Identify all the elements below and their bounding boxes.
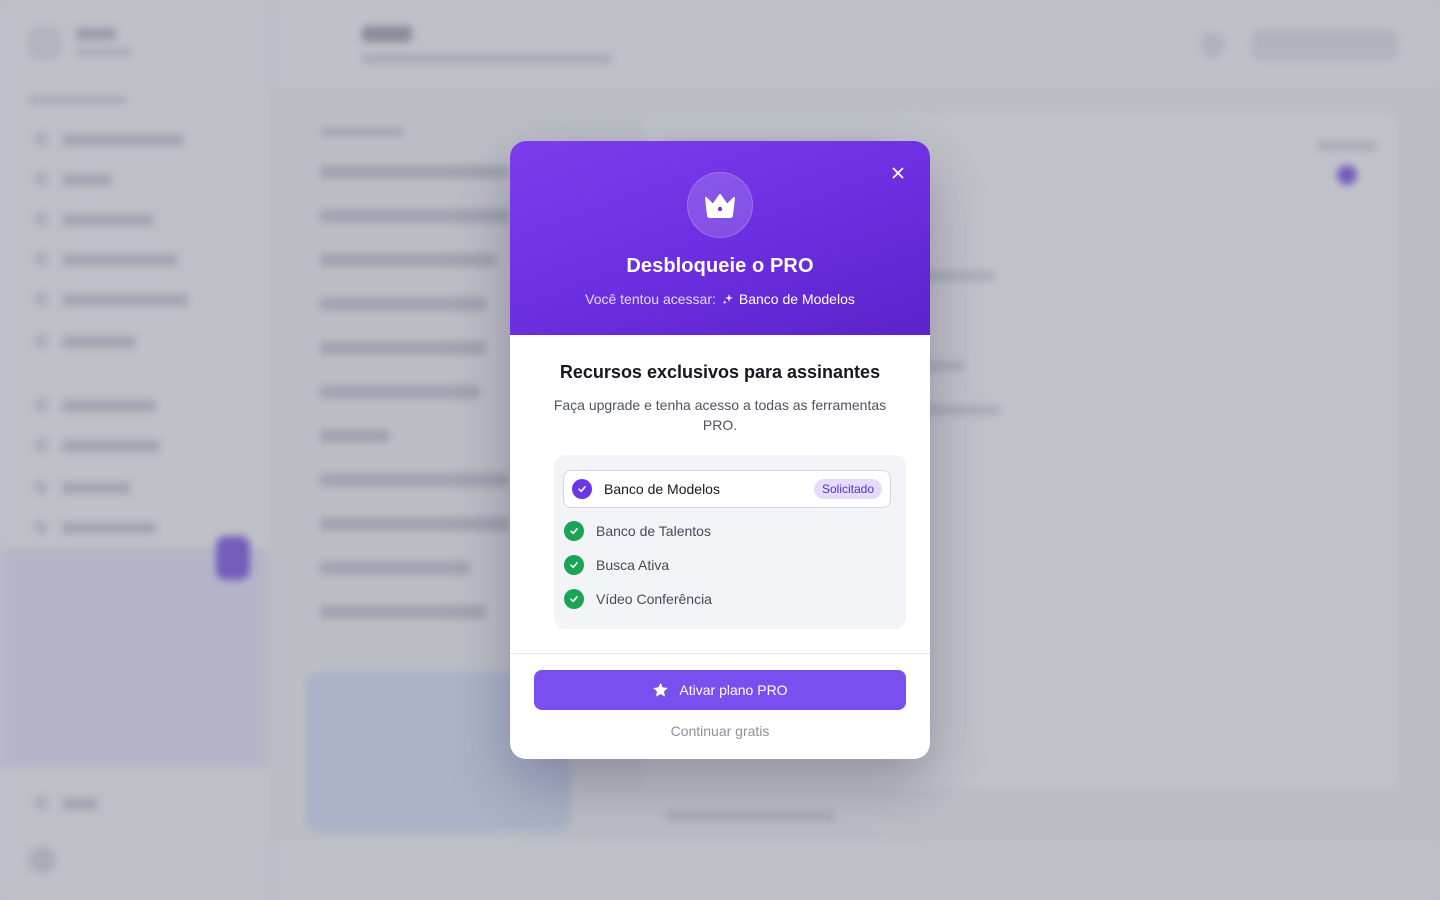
star-icon <box>653 682 669 697</box>
crown-icon <box>705 194 735 218</box>
requested-badge: Solicitado <box>813 479 882 499</box>
feature-label: Vídeo Conferência <box>596 591 712 607</box>
upgrade-modal: Desbloqueie o PRO Você tentou acessar: B… <box>510 141 930 759</box>
feature-item-banco-de-modelos: Banco de Modelos Solicitado <box>563 470 891 508</box>
crown-badge <box>687 172 753 238</box>
feature-label: Banco de Talentos <box>596 523 711 539</box>
activate-pro-button[interactable]: Ativar plano PRO <box>534 670 906 710</box>
feature-item-busca-ativa: Busca Ativa <box>564 548 896 582</box>
attempted-feature: Banco de Modelos <box>722 291 855 307</box>
modal-title: Desbloqueie o PRO <box>626 255 814 277</box>
feature-item-banco-de-talentos: Banco de Talentos <box>564 514 896 548</box>
footer-divider <box>510 653 930 654</box>
section-description: Faça upgrade e tenha acesso a todas as f… <box>553 397 887 433</box>
check-icon <box>564 521 584 541</box>
close-icon <box>892 167 904 179</box>
feature-list: Banco de Modelos Solicitado Banco de Tal… <box>554 455 906 629</box>
sparkle-icon <box>722 294 733 305</box>
check-icon <box>564 589 584 609</box>
feature-label: Banco de Modelos <box>604 481 720 497</box>
continue-free-link[interactable]: Continuar gratis <box>510 723 930 739</box>
attempted-feature-line: Você tentou acessar: Banco de Modelos <box>510 291 930 307</box>
attempted-feature-prefix: Você tentou acessar: <box>585 291 716 307</box>
check-icon <box>572 479 592 499</box>
activate-pro-label: Ativar plano PRO <box>679 682 788 698</box>
close-button[interactable] <box>886 161 910 185</box>
feature-item-video-conferencia: Vídeo Conferência <box>564 582 896 616</box>
modal-hero: Desbloqueie o PRO Você tentou acessar: B… <box>510 141 930 335</box>
check-icon <box>564 555 584 575</box>
feature-label: Busca Ativa <box>596 557 670 573</box>
attempted-feature-name: Banco de Modelos <box>738 291 855 307</box>
section-title: Recursos exclusivos para assinantes <box>559 362 881 382</box>
